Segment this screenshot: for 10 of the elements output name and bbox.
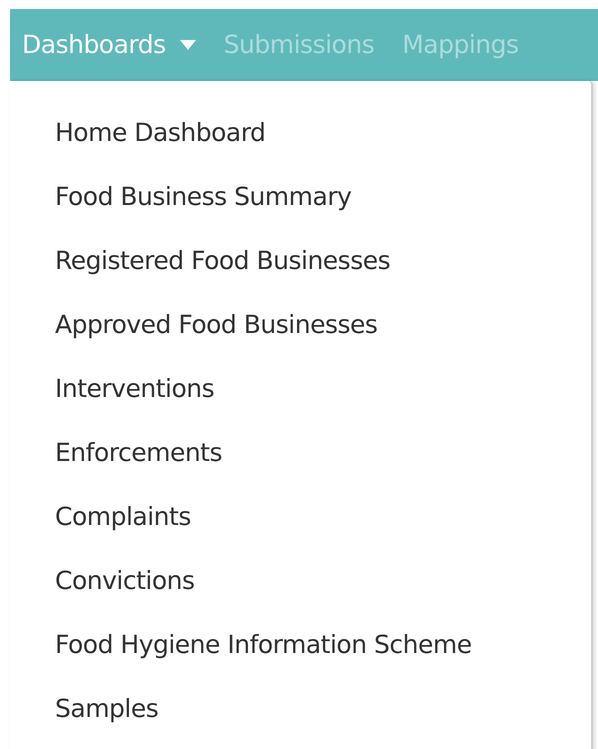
menu-item[interactable]: Complaints: [55, 485, 591, 549]
menu-item[interactable]: Registered Food Businesses: [55, 229, 591, 293]
menu-item[interactable]: Samples: [55, 677, 591, 741]
menu-item[interactable]: Convictions: [55, 549, 591, 613]
menu-item[interactable]: Interventions: [55, 357, 591, 421]
menu-item[interactable]: Enforcements: [55, 421, 591, 485]
menu-item[interactable]: Food Hygiene Information Scheme: [55, 613, 591, 677]
menu-item[interactable]: Food Business Summary: [55, 165, 591, 229]
menu-item[interactable]: Approved Food Businesses: [55, 293, 591, 357]
menu-item[interactable]: Home Dashboard: [55, 101, 591, 165]
